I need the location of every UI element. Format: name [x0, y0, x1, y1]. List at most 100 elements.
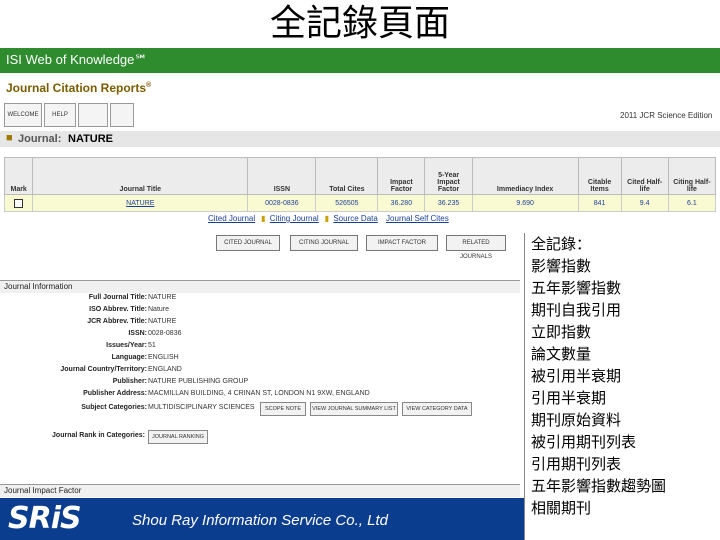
- journal-title-cell[interactable]: NATURE: [32, 194, 249, 212]
- callout-list: 影響指數 五年影響指數 期刊自我引用 立即指數 論文數量 被引用半衰期 引用半衰…: [525, 255, 720, 519]
- cited-journal-link[interactable]: Cited Journal: [208, 214, 255, 223]
- isi-title[interactable]: ISI Web of Knowledge℠: [6, 52, 148, 68]
- issues-value: 51: [148, 342, 156, 349]
- col-citing-half-life[interactable]: Citing Half-life: [667, 157, 717, 195]
- journal-impact-factor-header: Journal Impact Factor: [0, 484, 520, 497]
- toolbar-button-4[interactable]: [110, 103, 134, 127]
- publisher-row: Publisher: NATURE PUBLISHING GROUP: [0, 378, 248, 388]
- journal-information-title: Journal Information: [4, 282, 73, 291]
- col-5yr-impact-factor[interactable]: 5-Year Impact Factor: [424, 157, 473, 195]
- journal-impact-factor-title: Journal Impact Factor: [4, 486, 82, 495]
- journal-name: NATURE: [68, 133, 114, 145]
- journal-ranking-button[interactable]: JOURNAL RANKING: [148, 430, 208, 444]
- list-item: 影響指數: [531, 257, 592, 275]
- rank-label: Journal Rank in Categories:: [52, 432, 145, 439]
- issn-value: 0028-0836: [148, 330, 182, 337]
- issn-label: ISSN:: [128, 330, 147, 337]
- scope-note-label: SCOPE NOTE: [264, 406, 302, 412]
- address-label: Publisher Address:: [83, 390, 147, 397]
- view-category-data-button[interactable]: VIEW CATEGORY DATA: [402, 402, 472, 416]
- issn-cell: 0028-0836: [247, 194, 317, 212]
- list-item: 論文數量: [531, 345, 592, 363]
- related-journals-button-label: RELATED JOURNALS: [459, 240, 492, 260]
- registered-mark: ®: [146, 82, 152, 89]
- list-item: 五年影響指數: [531, 279, 622, 297]
- toolbar-button-3[interactable]: [78, 103, 108, 127]
- jcr-logo: Journal Citation Reports®: [6, 81, 151, 95]
- cited-journal-button[interactable]: CITED JOURNAL: [216, 235, 280, 251]
- immediacy-index-cell: 9.690: [471, 194, 579, 212]
- journal-self-cites-link[interactable]: Journal Self Cites: [386, 214, 449, 223]
- publisher-label: Publisher:: [112, 378, 147, 385]
- citable-items-cell: 841: [577, 194, 622, 212]
- language-label: Language:: [111, 354, 147, 361]
- full-title-row: Full Journal Title: NATURE: [0, 294, 176, 304]
- list-item: 五年影響指數趨勢圖: [531, 477, 667, 495]
- journal-label: Journal:: [18, 133, 62, 145]
- list-item: 期刊原始資料: [531, 411, 622, 429]
- journal-table: Mark Journal Title ISSN Total Cites Impa…: [3, 157, 717, 212]
- col-cited-half-life[interactable]: Cited Half-life: [620, 157, 669, 195]
- list-item: 立即指數: [531, 323, 592, 341]
- col-immediacy-index[interactable]: Immediacy Index: [471, 157, 579, 195]
- source-data-link[interactable]: Source Data: [333, 214, 377, 223]
- footer-bar: SRiS Shou Ray Information Service Co., L…: [0, 498, 524, 540]
- country-row: Journal Country/Territory: ENGLAND: [0, 366, 181, 376]
- impact-factor-button[interactable]: IMPACT FACTOR: [366, 235, 438, 251]
- jcr-abbrev-label: JCR Abbrev. Title:: [87, 318, 147, 325]
- mark-checkbox[interactable]: [14, 198, 24, 208]
- subject-value: MULTIDISCIPLINARY SCIENCES: [148, 404, 255, 411]
- issues-label: Issues/Year:: [106, 342, 147, 349]
- callout-heading: 全記錄：: [531, 235, 592, 253]
- 5yr-impact-factor-cell: 36.235: [424, 194, 473, 212]
- list-item: 引用半衰期: [531, 389, 607, 407]
- col-issn[interactable]: ISSN: [247, 157, 317, 195]
- scope-note-button[interactable]: SCOPE NOTE: [260, 402, 306, 416]
- address-row: Publisher Address: MACMILLAN BUILDING, 4 …: [0, 390, 370, 400]
- jcr-logo-text: Journal Citation Reports: [6, 81, 147, 95]
- chart-icon[interactable]: ▮: [325, 214, 329, 223]
- journal-header: ■ Journal: NATURE: [0, 131, 720, 147]
- cited-journal-button-label: CITED JOURNAL: [224, 240, 272, 246]
- view-journal-summary-label: VIEW JOURNAL SUMMARY LIST: [312, 406, 396, 412]
- related-journals-button[interactable]: RELATED JOURNALS: [446, 235, 506, 260]
- citing-journal-button[interactable]: CITING JOURNAL: [290, 235, 358, 251]
- view-journal-summary-button[interactable]: VIEW JOURNAL SUMMARY LIST: [310, 402, 398, 416]
- issn-row: ISSN: 0028-0836: [0, 330, 181, 340]
- table-row: NATURE 0028-0836 526505 36.280 36.235 9.…: [3, 194, 717, 212]
- subject-label: Subject Categories:: [81, 404, 147, 411]
- col-citable-items[interactable]: Citable Items: [577, 157, 622, 195]
- list-item: 引用期刊列表: [531, 455, 622, 473]
- publisher-value: NATURE PUBLISHING GROUP: [148, 378, 249, 385]
- fields-callout: 全記錄： 影響指數 五年影響指數 期刊自我引用 立即指數 論文數量 被引用半衰期…: [524, 233, 720, 540]
- jcr-abbrev-row: JCR Abbrev. Title: NATURE: [0, 318, 176, 328]
- col-journal-title[interactable]: Journal Title: [32, 157, 249, 195]
- welcome-button[interactable]: WELCOME: [4, 103, 42, 127]
- chart-icon[interactable]: ▮: [261, 214, 265, 223]
- impact-factor-button-label: IMPACT FACTOR: [377, 240, 426, 246]
- rank-row: Journal Rank in Categories:: [0, 432, 145, 442]
- col-impact-factor[interactable]: Impact Factor: [377, 157, 426, 195]
- citing-journal-link[interactable]: Citing Journal: [270, 214, 319, 223]
- mark-cell: [3, 194, 34, 212]
- edition-label: 2011 JCR Science Edition: [620, 111, 713, 120]
- help-button[interactable]: HELP: [44, 103, 76, 127]
- col-total-cites[interactable]: Total Cites: [315, 157, 379, 195]
- cited-half-life-cell: 9.4: [620, 194, 669, 212]
- language-row: Language: ENGLISH: [0, 354, 179, 364]
- company-name: Shou Ray Information Service Co., Ltd: [132, 512, 388, 529]
- address-value: MACMILLAN BUILDING, 4 CRINAN ST, LONDON …: [148, 390, 370, 397]
- list-item: 被引用半衰期: [531, 367, 622, 385]
- cite-links: Cited Journal ▮ Citing Journal ▮ Source Da…: [208, 214, 455, 223]
- journal-information-header: Journal Information: [0, 280, 520, 293]
- iso-label: ISO Abbrev. Title:: [89, 306, 147, 313]
- col-mark[interactable]: Mark: [3, 157, 34, 195]
- country-label: Journal Country/Territory:: [60, 366, 147, 373]
- citing-half-life-cell: 6.1: [667, 194, 717, 212]
- jcr-abbrev-value: NATURE: [148, 318, 177, 325]
- welcome-label: WELCOME: [7, 112, 39, 118]
- subject-row: Subject Categories: MULTIDISCIPLINARY SCI…: [0, 404, 254, 414]
- full-title-label: Full Journal Title:: [88, 294, 147, 301]
- isi-header-bar: ISI Web of Knowledge℠: [0, 48, 720, 73]
- iso-row: ISO Abbrev. Title: Nature: [0, 306, 169, 316]
